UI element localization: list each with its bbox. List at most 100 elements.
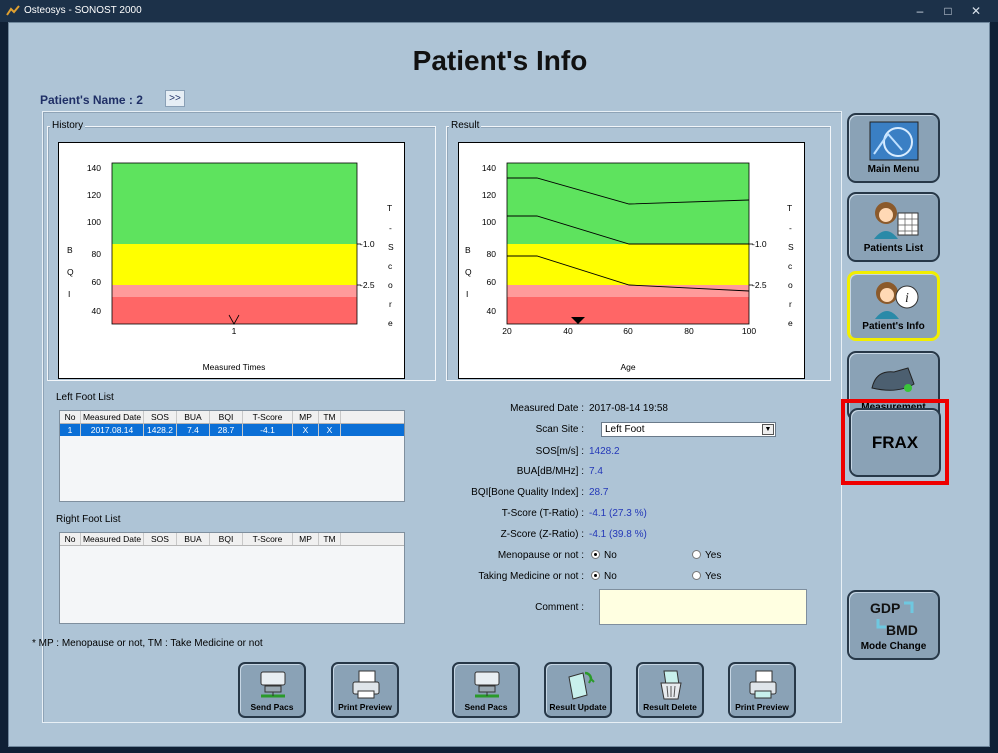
- scan-site-select[interactable]: Left Foot ▼: [601, 422, 776, 437]
- button-label: Result Delete: [643, 702, 697, 712]
- menopause-label: Menopause or not :: [497, 550, 584, 561]
- zone-low: [112, 285, 357, 297]
- right-axis-letter: r: [389, 299, 392, 309]
- list-header: No Measured Date SOS BUA BQI T-Score MP …: [60, 411, 404, 424]
- patients-list-icon: [874, 202, 919, 239]
- radio-label: Yes: [705, 550, 722, 561]
- column-header[interactable]: TM: [319, 411, 341, 423]
- app-client-area: Patient's Info Patient's Name : 2 >> His…: [8, 22, 990, 747]
- column-header[interactable]: T-Score: [243, 411, 293, 423]
- mode-change-button[interactable]: GDP BMD Mode Change: [847, 590, 940, 660]
- column-header[interactable]: TM: [319, 533, 341, 545]
- column-header[interactable]: BUA: [177, 533, 210, 545]
- menopause-yes-radio[interactable]: Yes: [692, 550, 721, 561]
- nav-label: Patient's Info: [862, 321, 925, 332]
- close-button[interactable]: ✕: [962, 2, 990, 20]
- patients-list-button[interactable]: Patients List: [847, 192, 940, 262]
- left-axis-letter: Q: [465, 267, 472, 277]
- nav-label: Mode Change: [860, 641, 927, 652]
- radio-label: Yes: [705, 571, 722, 582]
- measured-date-label: Measured Date :: [510, 403, 584, 414]
- minimize-button[interactable]: –: [906, 2, 934, 20]
- main-menu-icon: [869, 121, 919, 161]
- column-header[interactable]: Measured Date: [81, 411, 144, 423]
- measured-date-value: 2017-08-14 19:58: [589, 403, 668, 414]
- t-score-label: T-Score (T-Ratio) :: [501, 508, 584, 519]
- comment-field[interactable]: [599, 589, 807, 625]
- column-header[interactable]: SOS: [144, 411, 177, 423]
- y-tick-label: 60: [487, 277, 497, 287]
- column-header[interactable]: SOS: [144, 533, 177, 545]
- right-axis-letter: o: [788, 280, 793, 290]
- column-header[interactable]: No: [60, 533, 81, 545]
- maximize-button[interactable]: □: [934, 2, 962, 20]
- right-axis-letter: T: [387, 203, 392, 213]
- column-header[interactable]: BQI: [210, 411, 243, 423]
- y-tick-label: 100: [87, 217, 101, 227]
- x-tick-label: 1: [232, 326, 237, 336]
- column-header[interactable]: BQI: [210, 533, 243, 545]
- document-refresh-icon: [568, 671, 595, 700]
- print-preview-button-result[interactable]: Print Preview: [728, 662, 796, 718]
- scan-site-value: Left Foot: [605, 424, 645, 435]
- table-cell: 7.4: [177, 424, 210, 436]
- history-chart-svg: 140 120 100 80 60 40 B Q I T - S c o r e…: [67, 162, 394, 372]
- dropdown-arrow-icon[interactable]: ▼: [762, 424, 774, 435]
- main-menu-button[interactable]: Main Menu: [847, 113, 940, 183]
- column-header[interactable]: BUA: [177, 411, 210, 423]
- left-axis-letter: B: [67, 245, 73, 255]
- menopause-no-radio[interactable]: No: [591, 550, 617, 561]
- trash-icon: [660, 670, 682, 700]
- print-preview-button-history[interactable]: Print Preview: [331, 662, 399, 718]
- bmd-text: BMD: [886, 622, 918, 638]
- left-foot-list[interactable]: No Measured Date SOS BUA BQI T-Score MP …: [59, 410, 405, 502]
- right-foot-list[interactable]: No Measured Date SOS BUA BQI T-Score MP …: [59, 532, 405, 624]
- table-cell: 1: [60, 424, 81, 436]
- frax-button[interactable]: FRAX: [849, 408, 941, 477]
- y-tick-label: 140: [87, 163, 101, 173]
- zone-normal: [112, 163, 357, 244]
- printer-icon: [352, 670, 380, 699]
- table-row[interactable]: 1 2017.08.14 1428.2 7.4 28.7 -4.1 X X: [60, 424, 404, 436]
- z-score-label: Z-Score (Z-Ratio) :: [500, 529, 584, 540]
- bqi-value: 28.7: [589, 487, 609, 498]
- send-pacs-button-result[interactable]: Send Pacs: [452, 662, 520, 718]
- column-header[interactable]: T-Score: [243, 533, 293, 545]
- printer-icon: [749, 670, 777, 699]
- patients-info-button[interactable]: i Patient's Info: [847, 271, 940, 341]
- x-axis-label: Measured Times: [203, 362, 266, 372]
- window-title: Osteosys - SONOST 2000: [24, 5, 142, 16]
- right-axis-letter: c: [388, 261, 393, 271]
- x-axis-label: Age: [620, 362, 635, 372]
- y-tick-label: 120: [482, 190, 496, 200]
- sos-value: 1428.2: [589, 446, 620, 457]
- result-delete-button[interactable]: Result Delete: [636, 662, 704, 718]
- button-label: Result Update: [549, 702, 607, 712]
- left-foot-list-label: Left Foot List: [56, 392, 114, 403]
- button-label: Print Preview: [735, 702, 789, 712]
- medicine-yes-radio[interactable]: Yes: [692, 571, 721, 582]
- button-label: Send Pacs: [464, 702, 508, 712]
- radio-selected-icon: [591, 550, 600, 559]
- right-axis-letter: -: [389, 223, 392, 233]
- column-header[interactable]: No: [60, 411, 81, 423]
- zone-osteoporosis: [112, 297, 357, 324]
- t-score-mark: -2.5: [360, 280, 375, 290]
- column-header[interactable]: MP: [293, 533, 319, 545]
- column-header[interactable]: MP: [293, 411, 319, 423]
- bua-label: BUA[dB/MHz] :: [516, 466, 584, 477]
- result-update-button[interactable]: Result Update: [544, 662, 612, 718]
- button-label: Print Preview: [338, 702, 392, 712]
- result-chart-svg: 140 120 100 80 60 40 B Q I T - S c o r e…: [465, 162, 794, 372]
- nav-label: Patients List: [863, 243, 924, 254]
- right-foot-list-label: Right Foot List: [56, 514, 121, 525]
- medicine-no-radio[interactable]: No: [591, 571, 617, 582]
- send-pacs-button-history[interactable]: Send Pacs: [238, 662, 306, 718]
- column-header[interactable]: Measured Date: [81, 533, 144, 545]
- table-cell: 28.7: [210, 424, 243, 436]
- y-tick-label: 80: [92, 249, 102, 259]
- patient-expand-button[interactable]: >>: [165, 90, 185, 107]
- left-axis-letter: Q: [67, 267, 74, 277]
- right-axis-letter: T: [787, 203, 792, 213]
- bua-value: 7.4: [589, 466, 603, 477]
